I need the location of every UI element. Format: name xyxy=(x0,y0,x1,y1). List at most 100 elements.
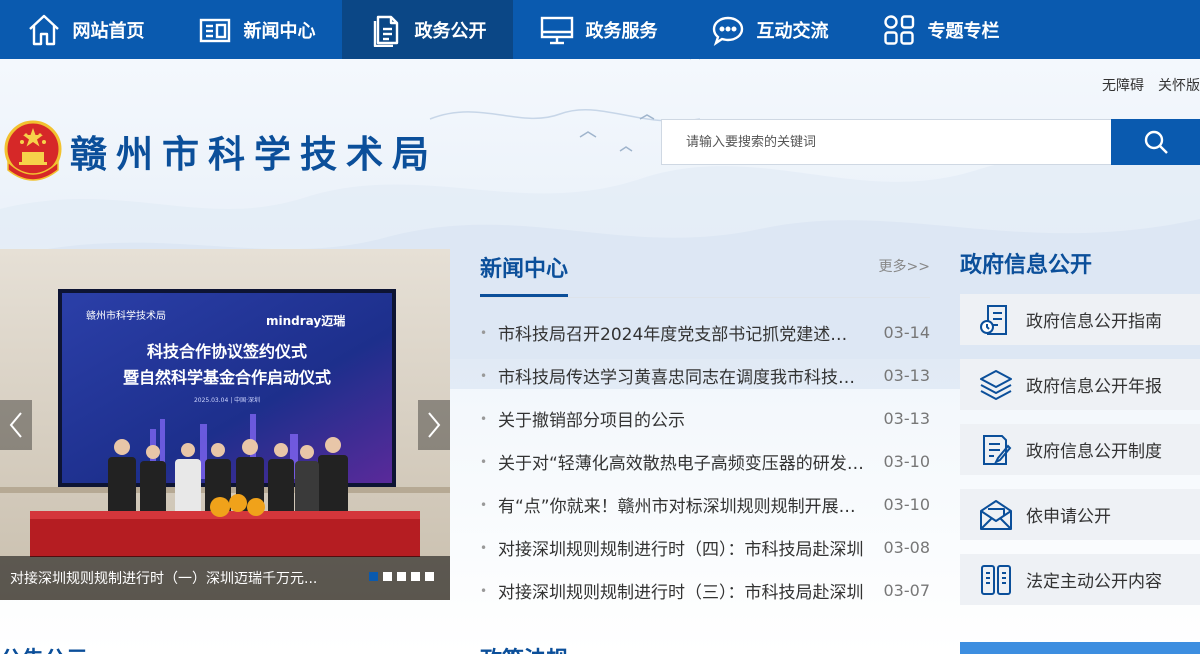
announcements-section-title: 公告公示 xyxy=(0,642,88,654)
list-item[interactable]: • 关于撤销部分项目的公示 03-13 xyxy=(480,397,930,440)
gov-info-item-label: 法定主动公开内容 xyxy=(1026,572,1162,592)
slider-prev-button[interactable] xyxy=(0,400,32,450)
list-item[interactable]: • 对接深圳规则规制进行时（三）：市科技局赴深圳 03-07 xyxy=(480,569,930,612)
slider-dot[interactable] xyxy=(425,572,434,581)
nav-item-label: 政务服务 xyxy=(585,20,658,42)
news-item-title[interactable]: 有“点”你就来！赣州市对标深圳规则规制开展科技成果 xyxy=(498,492,864,517)
nav-item-services[interactable]: 政务服务 xyxy=(513,0,684,59)
screen-date-text: 2025.03.04 | 中国·深圳 xyxy=(194,396,260,404)
news-item-title[interactable]: 市科技局召开2024年度党支部书记抓党建述职评议会 xyxy=(498,320,864,345)
nav-item-label: 新闻中心 xyxy=(243,20,316,42)
top-navigation: 网站首页 新闻中心 政务公开 政务服务 互动交流 专题专栏 xyxy=(0,0,1200,59)
bullet-icon: • xyxy=(480,368,488,383)
news-item-date: 03-08 xyxy=(883,538,931,557)
nav-item-topics[interactable]: 专题专栏 xyxy=(855,0,1026,59)
policies-section-title: 政策法规 xyxy=(480,642,568,654)
gov-info-item-label: 政府信息公开年报 xyxy=(1026,377,1162,397)
nav-item-label: 网站首页 xyxy=(72,20,145,42)
slide-caption-bar: 对接深圳规则规制进行时（一）深圳迈瑞千万元... xyxy=(0,556,450,600)
news-item-title[interactable]: 市科技局传达学习黄喜忠同志在调度我市科技工作时的讲话精神 xyxy=(498,363,864,388)
site-logo[interactable]: 赣州市科学技术局 xyxy=(2,118,438,184)
grid-icon xyxy=(883,14,914,45)
news-item-title[interactable]: 对接深圳规则规制进行时（四）：市科技局赴深圳 xyxy=(498,535,864,560)
chat-icon xyxy=(712,16,743,46)
document-icon xyxy=(373,15,398,47)
bottom-right-banner[interactable] xyxy=(960,642,1200,654)
list-item[interactable]: • 市科技局召开2024年度党支部书记抓党建述职评议会 03-14 xyxy=(480,311,930,354)
news-item-title[interactable]: 关于撤销部分项目的公示 xyxy=(498,406,864,431)
search-icon xyxy=(1144,130,1168,154)
list-item[interactable]: • 关于对“轻薄化高效散热电子高频变压器的研发”项目 03-10 xyxy=(480,440,930,483)
gov-info-statutory-link[interactable]: 法定主动公开内容 xyxy=(960,554,1200,605)
slide-caption[interactable]: 对接深圳规则规制进行时（一）深圳迈瑞千万元... xyxy=(10,568,362,588)
news-item-date: 03-10 xyxy=(883,495,931,514)
news-item-title[interactable]: 对接深圳规则规制进行时（三）：市科技局赴深圳 xyxy=(498,578,864,603)
nav-item-news[interactable]: 新闻中心 xyxy=(171,0,342,59)
search-input[interactable] xyxy=(661,119,1111,165)
gov-info-item-label: 依申请公开 xyxy=(1026,507,1111,527)
nav-item-interaction[interactable]: 互动交流 xyxy=(684,0,855,59)
list-item[interactable]: • 有“点”你就来！赣州市对标深圳规则规制开展科技成果 03-10 xyxy=(480,483,930,526)
gov-info-guide-link[interactable]: 政府信息公开指南 xyxy=(960,294,1200,345)
gov-info-annual-report-link[interactable]: 政府信息公开年报 xyxy=(960,359,1200,410)
slider-dot[interactable] xyxy=(411,572,420,581)
news-item-date: 03-14 xyxy=(883,323,931,342)
bullet-icon: • xyxy=(480,497,488,512)
bullet-icon: • xyxy=(480,411,488,426)
news-slider[interactable]: 赣州市科学技术局 mindray迈瑞 科技合作协议签约仪式 暨自然科学基金合作启… xyxy=(0,249,450,600)
book-icon xyxy=(981,564,1011,595)
bullet-icon: • xyxy=(480,583,488,598)
news-center-section: 新闻中心 更多>> • 市科技局召开2024年度党支部书记抓党建述职评议会 03-1… xyxy=(480,249,930,612)
slider-dot[interactable] xyxy=(383,572,392,581)
nav-item-gov-affairs[interactable]: 政务公开 xyxy=(342,0,513,59)
bullet-icon: • xyxy=(480,540,488,555)
gov-info-policy-link[interactable]: 政府信息公开制度 xyxy=(960,424,1200,475)
search-button[interactable] xyxy=(1111,119,1200,165)
screen-brand-text: mindray迈瑞 xyxy=(266,313,345,328)
layers-icon xyxy=(980,369,1012,400)
news-section-header: 新闻中心 更多>> xyxy=(480,249,930,298)
list-item[interactable]: • 对接深圳规则规制进行时（四）：市科技局赴深圳 03-08 xyxy=(480,526,930,569)
accessibility-link[interactable]: 无障碍 xyxy=(1102,75,1144,95)
bullet-icon: • xyxy=(480,325,488,340)
policy-icon xyxy=(983,434,1012,465)
news-more-link[interactable]: 更多>> xyxy=(879,256,930,276)
gov-info-request-link[interactable]: 依申请公开 xyxy=(960,489,1200,540)
list-item[interactable]: • 市科技局传达学习黄喜忠同志在调度我市科技工作时的讲话精神 03-13 xyxy=(480,354,930,397)
envelope-icon xyxy=(980,499,1012,530)
gov-info-title: 政府信息公开 xyxy=(960,253,1093,278)
accessibility-links: 无障碍 关怀版 xyxy=(1102,75,1200,95)
newspaper-icon xyxy=(199,18,230,42)
news-item-date: 03-13 xyxy=(883,409,931,428)
monitor-icon xyxy=(540,16,573,44)
home-icon xyxy=(28,14,59,45)
gov-info-item-label: 政府信息公开制度 xyxy=(1026,442,1162,462)
gov-info-section: 政府信息公开 政府信息公开指南 政府信息公开年报 政府信息公开制度 依申请公开 … xyxy=(960,249,1200,619)
gov-info-item-label: 政府信息公开指南 xyxy=(1026,312,1162,332)
news-item-date: 03-07 xyxy=(883,581,931,600)
slider-next-button[interactable] xyxy=(418,400,450,450)
national-emblem-icon xyxy=(4,120,62,181)
slider-dot[interactable] xyxy=(369,572,378,581)
nav-item-home[interactable]: 网站首页 xyxy=(0,0,171,59)
news-section-title: 新闻中心 xyxy=(480,251,569,297)
chevron-left-icon xyxy=(9,412,22,438)
nav-item-label: 互动交流 xyxy=(756,20,829,42)
slider-dots xyxy=(369,572,434,581)
news-item-date: 03-10 xyxy=(883,452,931,471)
news-list: • 市科技局召开2024年度党支部书记抓党建述职评议会 03-14 • 市科技局传达学… xyxy=(480,311,930,612)
screen-line2-text: 暨自然科学基金合作启动仪式 xyxy=(123,368,331,387)
search-bar xyxy=(661,119,1200,165)
screen-line1-text: 科技合作协议签约仪式 xyxy=(147,342,307,361)
slider-dot[interactable] xyxy=(397,572,406,581)
guide-icon xyxy=(980,304,1007,335)
screen-org-text: 赣州市科学技术局 xyxy=(86,309,166,322)
nav-item-label: 政务公开 xyxy=(414,20,487,42)
nav-item-label: 专题专栏 xyxy=(927,20,1000,42)
elderly-care-link[interactable]: 关怀版 xyxy=(1158,75,1200,95)
news-item-title[interactable]: 关于对“轻薄化高效散热电子高频变压器的研发”项目 xyxy=(498,449,864,474)
bullet-icon: • xyxy=(480,454,488,469)
site-title: 赣州市科学技术局 xyxy=(70,132,438,176)
chevron-right-icon xyxy=(428,412,441,438)
news-item-date: 03-13 xyxy=(883,366,931,385)
